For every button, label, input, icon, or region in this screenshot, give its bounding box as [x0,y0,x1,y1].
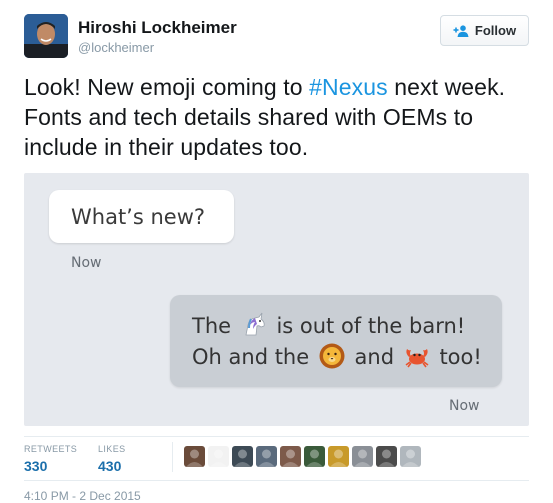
outgoing-message-time: Now [449,398,480,414]
follow-label: Follow [474,23,517,38]
liker-avatar-10[interactable] [400,446,421,467]
retweets-label[interactable]: RETWEETS [24,444,77,454]
outgoing-line-1: The is out of the barn! [192,311,502,342]
stats-separator [172,442,173,472]
add-person-icon [453,24,469,37]
tweet-media-image[interactable]: What’s new? Now The is out of the barn! … [24,173,529,426]
hashtag-link[interactable]: #Nexus [309,74,388,100]
likers-avatars [184,446,421,467]
follow-button[interactable]: Follow [440,15,529,46]
likes-count[interactable]: 430 [98,458,121,474]
outgoing-text-oh: Oh and the [192,345,310,369]
liker-avatar-6[interactable] [304,446,325,467]
outgoing-text-too: too! [439,345,482,369]
tweet-text: Look! New emoji coming to #Nexus next we… [24,72,529,162]
outgoing-line-2: Oh and the and too! [192,342,502,373]
user-handle[interactable]: @lockheimer [78,40,154,55]
outgoing-message-bubble: The is out of the barn! Oh and the and t… [170,295,502,387]
outgoing-text-barn: is out of the barn! [276,314,466,338]
crab-emoji-icon [405,349,429,368]
tweet-timestamp[interactable]: 4:10 PM - 2 Dec 2015 [24,489,141,503]
liker-avatar-7[interactable] [328,446,349,467]
outgoing-text-the: The [192,314,232,338]
incoming-message-time: Now [71,255,102,271]
incoming-message-bubble: What’s new? [49,190,234,243]
liker-avatar-3[interactable] [232,446,253,467]
liker-avatar-5[interactable] [280,446,301,467]
unicorn-emoji-icon [245,312,265,336]
liker-avatar-9[interactable] [376,446,397,467]
avatar[interactable] [24,14,68,58]
lion-emoji-icon [319,343,345,369]
liker-avatar-1[interactable] [184,446,205,467]
liker-avatar-4[interactable] [256,446,277,467]
tweet-text-pre: Look! New emoji coming to [24,74,310,100]
incoming-message-text: What’s new? [71,204,206,229]
liker-avatar-2[interactable] [208,446,229,467]
liker-avatar-8[interactable] [352,446,373,467]
stats-divider-bottom [24,480,529,481]
likes-label[interactable]: LIKES [98,444,126,454]
avatar-image [24,14,68,58]
user-name[interactable]: Hiroshi Lockheimer [78,18,237,38]
retweets-count[interactable]: 330 [24,458,47,474]
stats-divider-top [24,436,529,437]
outgoing-text-and: and [354,345,395,369]
